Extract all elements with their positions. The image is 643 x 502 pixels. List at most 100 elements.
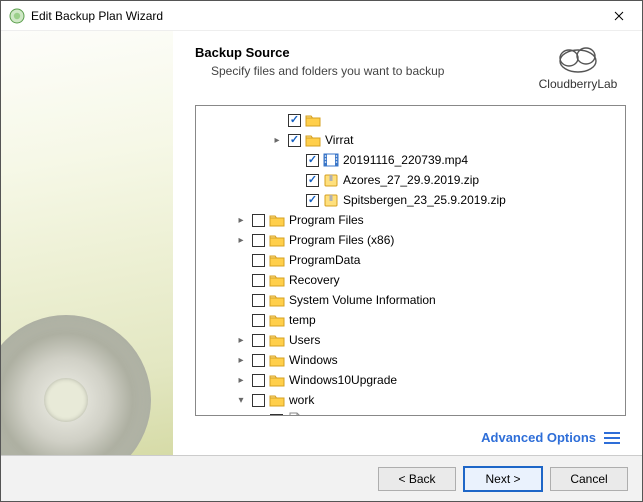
tree-row[interactable]: ▸ Users (196, 330, 625, 350)
expand-spacer (234, 293, 248, 307)
tree-checkbox[interactable] (252, 294, 265, 307)
tree-row[interactable]: 20191116_220739.mp4 (196, 150, 625, 170)
titlebar: Edit Backup Plan Wizard (1, 1, 642, 31)
folder-icon (269, 372, 285, 388)
next-button[interactable]: Next > (464, 467, 542, 491)
folder-icon (269, 272, 285, 288)
tree-checkbox[interactable] (252, 354, 265, 367)
expand-toggle[interactable]: ▸ (270, 133, 284, 147)
tree-checkbox[interactable] (288, 114, 301, 127)
tree-item-label: Program Files (x86) (289, 233, 394, 247)
app-icon (9, 8, 25, 24)
tree-checkbox[interactable] (306, 194, 319, 207)
tree-checkbox[interactable] (306, 174, 319, 187)
file-tree[interactable]: ▸ Virrat 20191116_220739.mp4 Azores_27_29.9… (196, 106, 625, 415)
tree-row[interactable]: hiberfil.sys (196, 410, 625, 415)
advanced-options-link[interactable]: Advanced Options (481, 430, 596, 445)
expand-spacer (234, 253, 248, 267)
tree-row[interactable]: Azores_27_29.9.2019.zip (196, 170, 625, 190)
expand-toggle[interactable]: ▸ (234, 373, 248, 387)
tree-row[interactable]: ▸ Program Files (196, 210, 625, 230)
video-icon (323, 152, 339, 168)
expand-spacer (288, 153, 302, 167)
expand-toggle[interactable]: ▸ (234, 213, 248, 227)
tree-item-label: temp (289, 313, 316, 327)
tree-item-label: Virrat (325, 133, 353, 147)
tree-item-label: ProgramData (289, 253, 360, 267)
tree-item-label: Program Files (289, 213, 364, 227)
tree-checkbox[interactable] (252, 394, 265, 407)
tree-checkbox[interactable] (306, 154, 319, 167)
folder-icon (269, 332, 285, 348)
tree-row[interactable]: System Volume Information (196, 290, 625, 310)
window-title: Edit Backup Plan Wizard (31, 9, 596, 23)
tree-item-label: work (289, 393, 314, 407)
tree-row[interactable]: ▸ Virrat (196, 130, 625, 150)
folder-icon (269, 312, 285, 328)
expand-spacer (288, 173, 302, 187)
tree-row[interactable]: Recovery (196, 270, 625, 290)
tree-checkbox[interactable] (252, 314, 265, 327)
cd-artwork (1, 315, 151, 455)
tree-row[interactable]: ▸ Program Files (x86) (196, 230, 625, 250)
tree-checkbox[interactable] (252, 274, 265, 287)
folder-icon (269, 232, 285, 248)
tree-item-label: System Volume Information (289, 293, 436, 307)
tree-item-label: hiberfil.sys (307, 413, 364, 415)
tree-item-label: Spitsbergen_23_25.9.2019.zip (343, 193, 506, 207)
menu-icon[interactable] (604, 432, 620, 444)
advanced-options-bar: Advanced Options (173, 424, 642, 455)
expand-spacer (234, 313, 248, 327)
folder-icon (305, 132, 321, 148)
wizard-footer: < Back Next > Cancel (1, 455, 642, 501)
tree-item-label: Windows (289, 353, 338, 367)
tree-row[interactable]: ▸ Windows10Upgrade (196, 370, 625, 390)
page-subtitle: Specify files and folders you want to ba… (211, 64, 532, 78)
tree-item-label: Windows10Upgrade (289, 373, 397, 387)
expand-spacer (252, 413, 266, 415)
brand-name: CloudberryLab (539, 77, 618, 91)
tree-row[interactable]: ▾ work (196, 390, 625, 410)
file-icon (287, 412, 303, 415)
tree-row[interactable]: ProgramData (196, 250, 625, 270)
tree-checkbox[interactable] (252, 234, 265, 247)
wizard-content: Backup Source Specify files and folders … (173, 31, 642, 455)
folder-icon (269, 212, 285, 228)
close-button[interactable] (596, 1, 642, 31)
page-title: Backup Source (195, 45, 532, 60)
cancel-button[interactable]: Cancel (550, 467, 628, 491)
folder-icon (269, 352, 285, 368)
tree-checkbox[interactable] (252, 254, 265, 267)
wizard-sidebar (1, 31, 173, 455)
folder-icon (269, 252, 285, 268)
tree-checkbox[interactable] (252, 334, 265, 347)
folder-icon (269, 292, 285, 308)
folder-icon (305, 112, 321, 128)
expand-spacer (288, 193, 302, 207)
expand-toggle[interactable]: ▸ (234, 353, 248, 367)
file-tree-panel: ▸ Virrat 20191116_220739.mp4 Azores_27_29.9… (195, 105, 626, 416)
zip-icon (323, 192, 339, 208)
tree-row[interactable]: Spitsbergen_23_25.9.2019.zip (196, 190, 625, 210)
expand-toggle[interactable]: ▾ (234, 393, 248, 407)
wizard-header: Backup Source Specify files and folders … (173, 31, 642, 99)
tree-item-label: 20191116_220739.mp4 (343, 153, 468, 167)
expand-toggle[interactable]: ▸ (234, 233, 248, 247)
back-button[interactable]: < Back (378, 467, 456, 491)
tree-checkbox[interactable] (270, 414, 283, 416)
tree-row[interactable]: ▸ Windows (196, 350, 625, 370)
expand-toggle[interactable]: ▸ (234, 333, 248, 347)
zip-icon (323, 172, 339, 188)
tree-checkbox[interactable] (252, 374, 265, 387)
tree-row[interactable]: temp (196, 310, 625, 330)
brand-logo: CloudberryLab (532, 45, 624, 91)
tree-row[interactable] (196, 110, 625, 130)
expand-spacer (270, 113, 284, 127)
tree-checkbox[interactable] (288, 134, 301, 147)
tree-item-label: Azores_27_29.9.2019.zip (343, 173, 479, 187)
folder-icon (269, 392, 285, 408)
expand-spacer (234, 273, 248, 287)
tree-checkbox[interactable] (252, 214, 265, 227)
tree-item-label: Recovery (289, 273, 340, 287)
tree-item-label: Users (289, 333, 320, 347)
